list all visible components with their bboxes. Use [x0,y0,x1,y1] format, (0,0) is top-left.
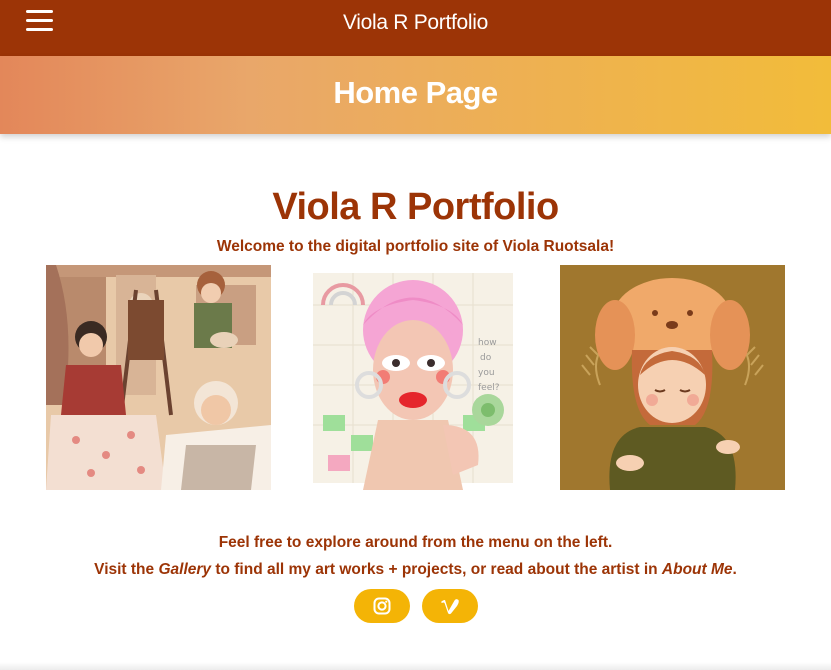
vimeo-icon [441,599,459,615]
top-navbar: Viola R Portfolio [0,0,831,56]
instagram-icon [373,597,391,615]
artwork-pink-haired-portrait: how do you feel? [303,265,528,490]
svg-text:do: do [480,353,492,363]
svg-text:how: how [478,338,497,348]
vimeo-button[interactable] [422,589,478,623]
visit-prefix: Visit the [94,561,159,578]
artwork-girl-with-dog-hat [560,265,785,490]
visit-text: Visit the Gallery to find all my art wor… [0,561,831,579]
welcome-text: Welcome to the digital portfolio site of… [216,238,615,255]
visit-suffix: . [732,561,737,578]
svg-text:feel?: feel? [478,383,500,393]
visit-middle: to find all my art works + projects, or … [211,561,662,578]
artwork-three-figures-with-easel [46,265,271,490]
footer-shadow [0,662,831,670]
main-heading: Viola R Portfolio [272,186,559,228]
svg-text:you: you [478,368,495,378]
instagram-button[interactable] [354,589,410,623]
about-me-link[interactable]: About Me [662,561,733,578]
gallery-link[interactable]: Gallery [158,561,211,578]
explore-text: Feel free to explore around from the men… [218,534,613,551]
page-title: Home Page [333,75,498,110]
hero-banner: Home Page [0,56,831,134]
site-title[interactable]: Viola R Portfolio [0,11,831,35]
